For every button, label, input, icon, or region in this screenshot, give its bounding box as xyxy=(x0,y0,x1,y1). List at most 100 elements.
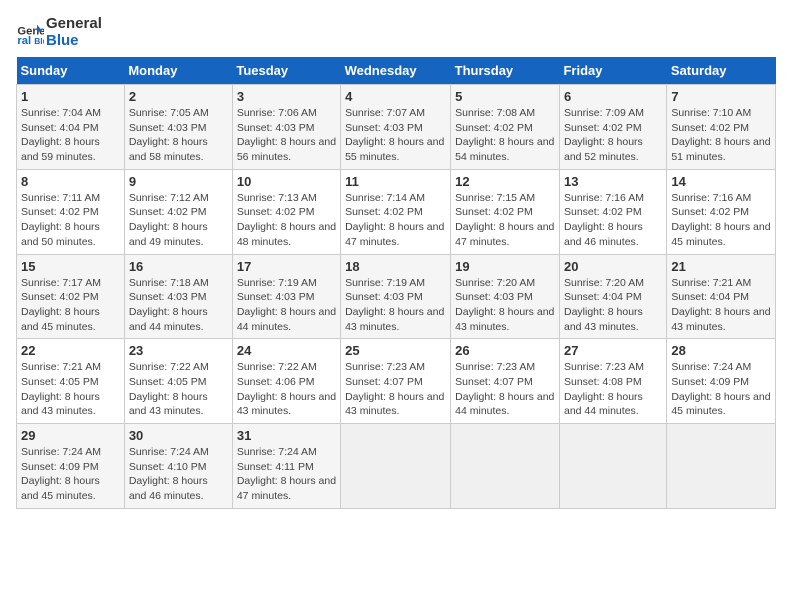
day-detail: Sunrise: 7:21 AMSunset: 4:05 PMDaylight:… xyxy=(21,361,101,417)
calendar-cell xyxy=(341,424,451,509)
day-number: 6 xyxy=(564,89,662,104)
day-number: 13 xyxy=(564,174,662,189)
calendar-cell: 7 Sunrise: 7:10 AMSunset: 4:02 PMDayligh… xyxy=(667,85,776,170)
day-detail: Sunrise: 7:24 AMSunset: 4:10 PMDaylight:… xyxy=(129,446,209,502)
day-number: 11 xyxy=(345,174,446,189)
day-detail: Sunrise: 7:06 AMSunset: 4:03 PMDaylight:… xyxy=(237,107,336,163)
calendar-cell: 24 Sunrise: 7:22 AMSunset: 4:06 PMDaylig… xyxy=(232,339,340,424)
day-number: 31 xyxy=(237,428,336,443)
day-number: 7 xyxy=(671,89,771,104)
day-number: 3 xyxy=(237,89,336,104)
day-number: 26 xyxy=(455,343,555,358)
day-number: 9 xyxy=(129,174,228,189)
day-detail: Sunrise: 7:21 AMSunset: 4:04 PMDaylight:… xyxy=(671,277,770,333)
day-number: 15 xyxy=(21,259,120,274)
day-number: 28 xyxy=(671,343,771,358)
day-detail: Sunrise: 7:19 AMSunset: 4:03 PMDaylight:… xyxy=(237,277,336,333)
calendar-cell: 13 Sunrise: 7:16 AMSunset: 4:02 PMDaylig… xyxy=(559,169,666,254)
day-number: 5 xyxy=(455,89,555,104)
calendar-cell xyxy=(667,424,776,509)
day-number: 2 xyxy=(129,89,228,104)
calendar-cell: 15 Sunrise: 7:17 AMSunset: 4:02 PMDaylig… xyxy=(17,254,125,339)
day-detail: Sunrise: 7:19 AMSunset: 4:03 PMDaylight:… xyxy=(345,277,444,333)
day-number: 18 xyxy=(345,259,446,274)
day-header-thursday: Thursday xyxy=(451,57,560,85)
calendar-week-2: 8 Sunrise: 7:11 AMSunset: 4:02 PMDayligh… xyxy=(17,169,776,254)
day-number: 19 xyxy=(455,259,555,274)
logo-blue: Blue xyxy=(46,32,79,49)
day-header-tuesday: Tuesday xyxy=(232,57,340,85)
day-detail: Sunrise: 7:22 AMSunset: 4:05 PMDaylight:… xyxy=(129,361,209,417)
calendar-cell: 3 Sunrise: 7:06 AMSunset: 4:03 PMDayligh… xyxy=(232,85,340,170)
day-detail: Sunrise: 7:14 AMSunset: 4:02 PMDaylight:… xyxy=(345,192,444,248)
day-number: 14 xyxy=(671,174,771,189)
logo-icon: Gene ral Blue xyxy=(16,19,44,47)
calendar-table: SundayMondayTuesdayWednesdayThursdayFrid… xyxy=(16,57,776,509)
day-detail: Sunrise: 7:24 AMSunset: 4:09 PMDaylight:… xyxy=(671,361,770,417)
calendar-cell: 27 Sunrise: 7:23 AMSunset: 4:08 PMDaylig… xyxy=(559,339,666,424)
day-number: 10 xyxy=(237,174,336,189)
header-row: SundayMondayTuesdayWednesdayThursdayFrid… xyxy=(17,57,776,85)
calendar-cell: 31 Sunrise: 7:24 AMSunset: 4:11 PMDaylig… xyxy=(232,424,340,509)
day-detail: Sunrise: 7:18 AMSunset: 4:03 PMDaylight:… xyxy=(129,277,209,333)
calendar-cell: 20 Sunrise: 7:20 AMSunset: 4:04 PMDaylig… xyxy=(559,254,666,339)
calendar-cell: 4 Sunrise: 7:07 AMSunset: 4:03 PMDayligh… xyxy=(341,85,451,170)
calendar-week-1: 1 Sunrise: 7:04 AMSunset: 4:04 PMDayligh… xyxy=(17,85,776,170)
calendar-cell: 19 Sunrise: 7:20 AMSunset: 4:03 PMDaylig… xyxy=(451,254,560,339)
day-detail: Sunrise: 7:11 AMSunset: 4:02 PMDaylight:… xyxy=(21,192,100,248)
calendar-cell: 22 Sunrise: 7:21 AMSunset: 4:05 PMDaylig… xyxy=(17,339,125,424)
day-number: 16 xyxy=(129,259,228,274)
calendar-cell: 21 Sunrise: 7:21 AMSunset: 4:04 PMDaylig… xyxy=(667,254,776,339)
day-detail: Sunrise: 7:05 AMSunset: 4:03 PMDaylight:… xyxy=(129,107,209,163)
page-header: Gene ral Blue General Blue xyxy=(16,16,776,49)
day-number: 22 xyxy=(21,343,120,358)
calendar-cell xyxy=(559,424,666,509)
calendar-cell xyxy=(451,424,560,509)
svg-text:Blue: Blue xyxy=(34,36,44,46)
day-header-sunday: Sunday xyxy=(17,57,125,85)
day-number: 4 xyxy=(345,89,446,104)
logo-general: General xyxy=(46,15,102,32)
day-header-saturday: Saturday xyxy=(667,57,776,85)
calendar-cell: 6 Sunrise: 7:09 AMSunset: 4:02 PMDayligh… xyxy=(559,85,666,170)
day-detail: Sunrise: 7:24 AMSunset: 4:09 PMDaylight:… xyxy=(21,446,101,502)
calendar-cell: 26 Sunrise: 7:23 AMSunset: 4:07 PMDaylig… xyxy=(451,339,560,424)
day-detail: Sunrise: 7:13 AMSunset: 4:02 PMDaylight:… xyxy=(237,192,336,248)
day-header-wednesday: Wednesday xyxy=(341,57,451,85)
day-detail: Sunrise: 7:20 AMSunset: 4:03 PMDaylight:… xyxy=(455,277,554,333)
day-number: 12 xyxy=(455,174,555,189)
calendar-week-5: 29 Sunrise: 7:24 AMSunset: 4:09 PMDaylig… xyxy=(17,424,776,509)
day-number: 20 xyxy=(564,259,662,274)
calendar-cell: 25 Sunrise: 7:23 AMSunset: 4:07 PMDaylig… xyxy=(341,339,451,424)
calendar-cell: 28 Sunrise: 7:24 AMSunset: 4:09 PMDaylig… xyxy=(667,339,776,424)
logo-wordmark: General Blue xyxy=(46,16,102,49)
calendar-week-3: 15 Sunrise: 7:17 AMSunset: 4:02 PMDaylig… xyxy=(17,254,776,339)
day-detail: Sunrise: 7:20 AMSunset: 4:04 PMDaylight:… xyxy=(564,277,644,333)
calendar-cell: 10 Sunrise: 7:13 AMSunset: 4:02 PMDaylig… xyxy=(232,169,340,254)
day-detail: Sunrise: 7:12 AMSunset: 4:02 PMDaylight:… xyxy=(129,192,209,248)
calendar-cell: 2 Sunrise: 7:05 AMSunset: 4:03 PMDayligh… xyxy=(124,85,232,170)
day-detail: Sunrise: 7:04 AMSunset: 4:04 PMDaylight:… xyxy=(21,107,101,163)
day-detail: Sunrise: 7:22 AMSunset: 4:06 PMDaylight:… xyxy=(237,361,336,417)
calendar-cell: 12 Sunrise: 7:15 AMSunset: 4:02 PMDaylig… xyxy=(451,169,560,254)
day-detail: Sunrise: 7:23 AMSunset: 4:08 PMDaylight:… xyxy=(564,361,644,417)
day-header-friday: Friday xyxy=(559,57,666,85)
calendar-cell: 17 Sunrise: 7:19 AMSunset: 4:03 PMDaylig… xyxy=(232,254,340,339)
day-detail: Sunrise: 7:24 AMSunset: 4:11 PMDaylight:… xyxy=(237,446,336,502)
day-number: 1 xyxy=(21,89,120,104)
calendar-week-4: 22 Sunrise: 7:21 AMSunset: 4:05 PMDaylig… xyxy=(17,339,776,424)
calendar-cell: 29 Sunrise: 7:24 AMSunset: 4:09 PMDaylig… xyxy=(17,424,125,509)
day-number: 23 xyxy=(129,343,228,358)
day-number: 17 xyxy=(237,259,336,274)
calendar-cell: 18 Sunrise: 7:19 AMSunset: 4:03 PMDaylig… xyxy=(341,254,451,339)
calendar-cell: 23 Sunrise: 7:22 AMSunset: 4:05 PMDaylig… xyxy=(124,339,232,424)
calendar-cell: 14 Sunrise: 7:16 AMSunset: 4:02 PMDaylig… xyxy=(667,169,776,254)
day-header-monday: Monday xyxy=(124,57,232,85)
calendar-cell: 16 Sunrise: 7:18 AMSunset: 4:03 PMDaylig… xyxy=(124,254,232,339)
calendar-cell: 8 Sunrise: 7:11 AMSunset: 4:02 PMDayligh… xyxy=(17,169,125,254)
day-number: 27 xyxy=(564,343,662,358)
calendar-cell: 9 Sunrise: 7:12 AMSunset: 4:02 PMDayligh… xyxy=(124,169,232,254)
svg-text:ral: ral xyxy=(17,35,31,47)
day-detail: Sunrise: 7:07 AMSunset: 4:03 PMDaylight:… xyxy=(345,107,444,163)
day-detail: Sunrise: 7:23 AMSunset: 4:07 PMDaylight:… xyxy=(455,361,554,417)
